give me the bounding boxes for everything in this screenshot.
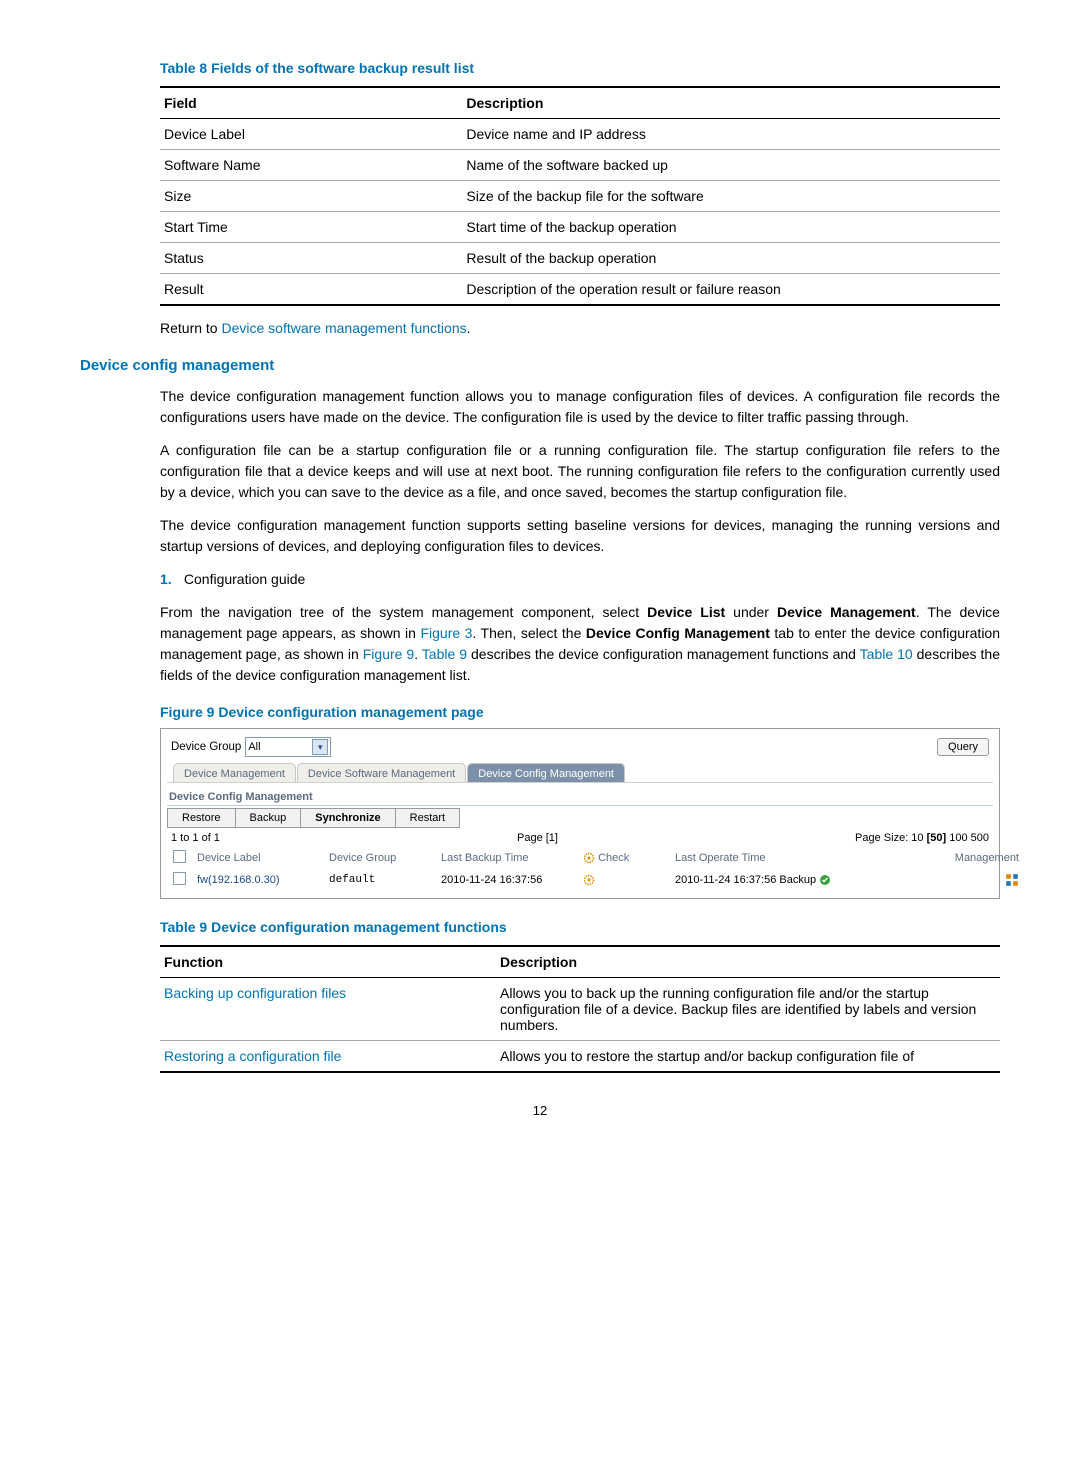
chevron-down-icon: ▾	[312, 739, 328, 755]
success-icon	[819, 874, 831, 886]
t8-r5-d: Description of the operation result or f…	[462, 274, 1000, 306]
pager-right-suffix[interactable]: 100 500	[946, 832, 989, 844]
p4-p2: under	[725, 604, 777, 620]
return-suffix: .	[467, 320, 471, 336]
checkbox-header[interactable]	[173, 850, 186, 863]
return-link[interactable]: Device software management functions	[221, 320, 466, 336]
restart-button[interactable]: Restart	[396, 809, 459, 827]
return-prefix: Return to	[160, 320, 221, 336]
list-item-1: 1. Configuration guide	[160, 569, 1000, 590]
return-line: Return to Device software management fun…	[160, 318, 1000, 339]
t8-r2-d: Size of the backup file for the software	[462, 181, 1000, 212]
t8-r2-f: Size	[160, 181, 462, 212]
config-grid: Device Label Device Group Last Backup Ti…	[167, 846, 1025, 892]
subheader: Device Config Management	[167, 785, 993, 806]
toolbar: Restore Backup Synchronize Restart	[167, 808, 460, 828]
t9-r1-f[interactable]: Restoring a configuration file	[164, 1048, 341, 1064]
row-last-operate: 2010-11-24 16:37:56 Backup	[671, 870, 931, 890]
row-device-label[interactable]: fw(192.168.0.30)	[193, 870, 323, 890]
table8-head-desc: Description	[462, 87, 1000, 119]
p4-l3[interactable]: Table 9	[422, 646, 467, 662]
p4-b3: Device Config Management	[586, 625, 770, 641]
gear-icon[interactable]	[583, 874, 595, 886]
p4-p7: describes the device configuration manag…	[467, 646, 860, 662]
management-icon[interactable]	[1005, 873, 1019, 887]
synchronize-button[interactable]: Synchronize	[301, 809, 395, 827]
t8-r1-f: Software Name	[160, 150, 462, 181]
figure9-caption: Figure 9 Device configuration management…	[160, 704, 1000, 720]
t8-r5-f: Result	[160, 274, 462, 306]
col-last-backup[interactable]: Last Backup Time	[437, 848, 577, 868]
tab-device-config-management[interactable]: Device Config Management	[467, 763, 625, 782]
p4-l2[interactable]: Figure 9	[363, 646, 414, 662]
table8-title: Table 8 Fields of the software backup re…	[160, 60, 1000, 76]
p4-l4[interactable]: Table 10	[860, 646, 913, 662]
list1-text: Configuration guide	[184, 571, 305, 587]
device-group-value: All	[248, 741, 260, 753]
pager-left: 1 to 1 of 1	[171, 832, 220, 844]
device-group-label: Device Group	[171, 741, 241, 753]
section-heading: Device config management	[80, 357, 1000, 374]
col-last-operate[interactable]: Last Operate Time	[671, 848, 931, 868]
table9-head-desc: Description	[496, 946, 1000, 978]
para4: From the navigation tree of the system m…	[160, 602, 1000, 686]
col-device-label[interactable]: Device Label	[193, 848, 323, 868]
para1: The device configuration management func…	[160, 386, 1000, 428]
para3: The device configuration management func…	[160, 515, 1000, 557]
col-management[interactable]: Management	[933, 848, 1023, 868]
para2: A configuration file can be a startup co…	[160, 440, 1000, 503]
tabs: Device Management Device Software Manage…	[167, 763, 993, 783]
t9-r0-f[interactable]: Backing up configuration files	[164, 985, 346, 1001]
p4-p1: From the navigation tree of the system m…	[160, 604, 647, 620]
pager-mid: Page [1]	[517, 832, 558, 844]
col-check-text: Check	[598, 852, 629, 864]
list1-num: 1.	[160, 569, 180, 590]
p4-p6: .	[414, 646, 422, 662]
table-row: fw(192.168.0.30) default 2010-11-24 16:3…	[169, 870, 1023, 890]
t9-r1-d: Allows you to restore the startup and/or…	[496, 1041, 1000, 1073]
query-button[interactable]: Query	[937, 738, 989, 756]
row-device-group: default	[325, 870, 435, 890]
row-last-backup: 2010-11-24 16:37:56	[437, 870, 577, 890]
page-number: 12	[80, 1103, 1000, 1118]
t9-r0-d: Allows you to back up the running config…	[496, 978, 1000, 1041]
backup-button[interactable]: Backup	[236, 809, 302, 827]
table8: Field Description Device LabelDevice nam…	[160, 86, 1000, 306]
col-check[interactable]: Check	[579, 848, 669, 868]
p4-l1[interactable]: Figure 3	[420, 625, 472, 641]
pager-right-prefix: Page Size: 10	[855, 832, 927, 844]
p4-b1: Device List	[647, 604, 725, 620]
table9-title: Table 9 Device configuration management …	[160, 919, 1000, 935]
checkbox-row[interactable]	[173, 872, 186, 885]
t8-r0-d: Device name and IP address	[462, 119, 1000, 150]
t8-r1-d: Name of the software backed up	[462, 150, 1000, 181]
tab-device-software-management[interactable]: Device Software Management	[297, 763, 466, 782]
table9: Function Description Backing up configur…	[160, 945, 1000, 1073]
table8-head-field: Field	[160, 87, 462, 119]
t8-r0-f: Device Label	[160, 119, 462, 150]
p4-b2: Device Management	[777, 604, 916, 620]
p4-p4: . Then, select the	[472, 625, 585, 641]
t8-r3-d: Start time of the backup operation	[462, 212, 1000, 243]
device-group-select[interactable]: All ▾	[245, 737, 331, 757]
restore-button[interactable]: Restore	[168, 809, 236, 827]
t8-r4-f: Status	[160, 243, 462, 274]
t8-r3-f: Start Time	[160, 212, 462, 243]
gear-icon	[583, 852, 595, 864]
t8-r4-d: Result of the backup operation	[462, 243, 1000, 274]
pager-right-cur[interactable]: [50]	[927, 832, 947, 844]
tab-device-management[interactable]: Device Management	[173, 763, 296, 782]
row-last-operate-text: 2010-11-24 16:37:56 Backup	[675, 874, 816, 886]
table9-head-func: Function	[160, 946, 496, 978]
col-device-group[interactable]: Device Group	[325, 848, 435, 868]
figure9-screenshot: Device Group All ▾ Query Device Manageme…	[160, 728, 1000, 899]
pager-right: Page Size: 10 [50] 100 500	[855, 832, 989, 844]
